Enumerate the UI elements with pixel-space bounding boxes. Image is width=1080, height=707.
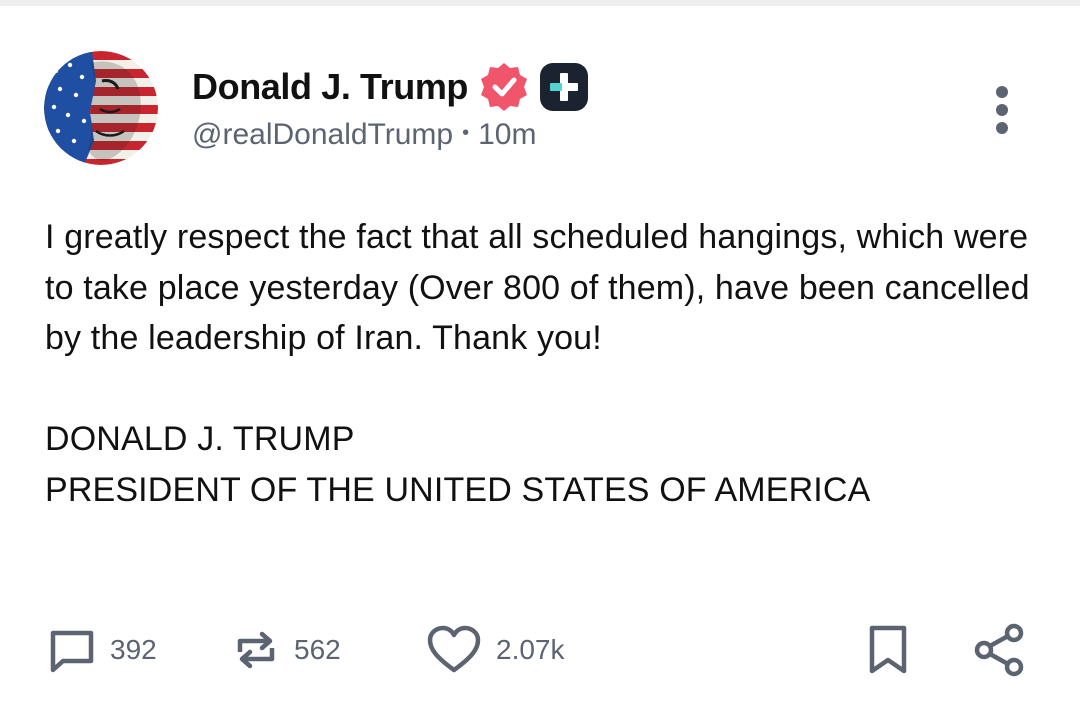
avatar[interactable] [44,51,158,165]
reply-button[interactable]: 392 [48,615,157,685]
comment-icon [50,630,94,673]
retruth-count: 562 [294,634,341,665]
retruth-button[interactable]: 562 [232,615,341,685]
post-actions: 392 562 2.07k [0,615,1080,685]
verified-badge-icon [478,61,530,113]
share-icon [974,623,1024,677]
author-handle[interactable]: @realDonaldTrump [192,118,453,151]
heart-icon [427,625,481,673]
meta-separator: • [462,121,470,144]
author-display-name[interactable]: Donald J. Trump [192,66,468,108]
more-vertical-icon[interactable] [982,80,1022,140]
like-count: 2.07k [496,634,565,665]
repost-icon [237,631,275,669]
share-button[interactable] [972,615,1028,685]
reply-count: 392 [110,634,157,665]
like-button[interactable]: 2.07k [426,615,565,685]
post-paragraph: I greatly respect the fact that all sche… [45,218,1030,357]
top-divider [0,0,1080,6]
post-body: I greatly respect the fact that all sche… [45,212,1045,515]
avatar-image [44,51,158,165]
bookmark-button[interactable] [865,615,911,685]
author-meta: @realDonaldTrump • 10m [192,118,536,152]
bookmark-icon [869,625,907,674]
post-signature: DONALD J. TRUMP PRESIDENT OF THE UNITED … [45,420,871,509]
author-name-row: Donald J. Trump [192,62,590,112]
truth-plus-badge-icon [538,61,590,113]
post-timestamp[interactable]: 10m [478,118,536,151]
